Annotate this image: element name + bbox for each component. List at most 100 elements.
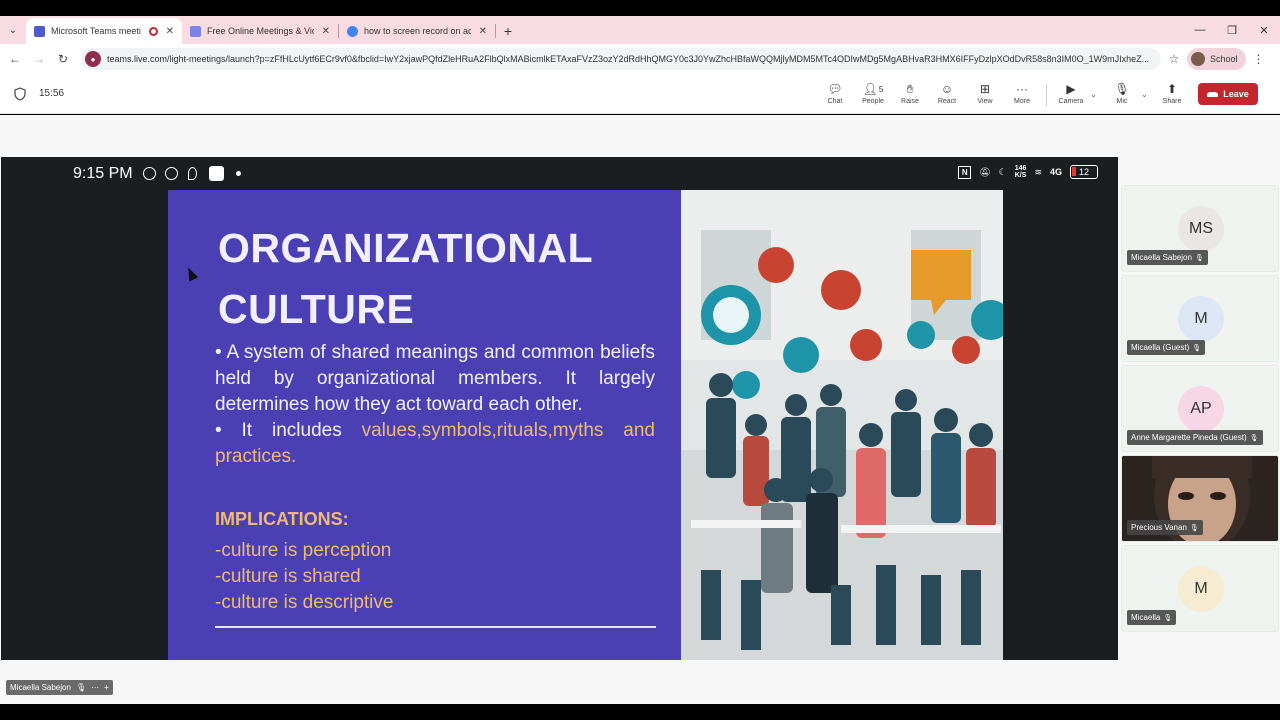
react-button[interactable]: ☺ React: [929, 80, 965, 110]
tab-teams-meeting[interactable]: Microsoft Teams meeting | ✕: [26, 18, 182, 44]
participant-tile[interactable]: AP Anne Margarette Pineda (Guest) 🎙︎: [1121, 365, 1279, 452]
avatar: MS: [1178, 206, 1224, 252]
participant-tile[interactable]: MS Micaella Sabejon 🎙︎: [1121, 185, 1279, 272]
participant-tile[interactable]: M Micaella 🎙︎: [1121, 545, 1279, 632]
url-input[interactable]: ● teams.live.com/light-meetings/launch?p…: [81, 48, 1161, 70]
back-icon[interactable]: ←: [3, 52, 27, 66]
chat-button[interactable]: 💬︎ Chat: [817, 80, 853, 110]
mic-muted-icon: 🎙︎: [75, 683, 87, 692]
grid-icon: ⊞: [979, 82, 991, 96]
address-bar-row: ← → ↻ ● teams.live.com/light-meetings/la…: [0, 44, 1280, 74]
flame-icon: [188, 167, 197, 180]
google-favicon-icon: [347, 25, 358, 37]
mic-button[interactable]: 🎙︎ Mic: [1104, 80, 1140, 110]
smiley-icon: ☺: [940, 82, 954, 96]
profile-label: School: [1210, 54, 1238, 64]
close-tab-icon[interactable]: ✕: [479, 26, 487, 37]
phone-hangup-icon: [1207, 91, 1219, 97]
tab-free-online-meetings[interactable]: Free Online Meetings & Video C ✕: [182, 18, 338, 44]
share-button[interactable]: ⬆︎ Share: [1154, 80, 1190, 110]
avatar: M: [1178, 566, 1224, 612]
browser-menu-icon[interactable]: ⋮: [1246, 52, 1272, 66]
camera-button[interactable]: ▶︎ Camera: [1053, 80, 1089, 110]
close-tab-icon[interactable]: ✕: [322, 26, 330, 37]
url-text: teams.live.com/light-meetings/launch?p=z…: [107, 54, 1150, 64]
profile-button[interactable]: School: [1187, 48, 1246, 70]
chat-label: Chat: [827, 98, 843, 105]
implication-item: -culture is descriptive: [215, 592, 394, 613]
recording-icon: [148, 26, 158, 36]
mic-muted-icon: 🎙︎: [1249, 434, 1259, 442]
slide-bullet-1: • A system of shared meanings and common…: [215, 342, 655, 415]
teams-favicon-icon: [190, 25, 201, 37]
view-label: View: [977, 98, 993, 105]
close-tab-icon[interactable]: ✕: [166, 26, 174, 37]
avatar: AP: [1178, 386, 1224, 432]
implication-item: -culture is perception: [215, 540, 392, 561]
slide-text-panel: ORGANIZATIONAL CULTURE • A system of sha…: [168, 190, 681, 660]
participant-name: Micaella Sabejon 🎙︎: [1127, 250, 1208, 265]
close-window-icon[interactable]: ✕: [1248, 16, 1280, 44]
slide-body: • A system of shared meanings and common…: [215, 340, 655, 470]
office-people-illustration: [681, 190, 1003, 660]
leave-button[interactable]: Leave: [1198, 83, 1258, 105]
people-button[interactable]: 👤︎ 5 People: [855, 80, 891, 110]
more-button[interactable]: ··· More: [1004, 80, 1040, 110]
mic-options-chevron-icon[interactable]: ⌄: [1141, 90, 1148, 99]
view-button[interactable]: ⊞ View: [967, 80, 1003, 110]
participant-name: Precious Vanan 🎙︎: [1127, 520, 1203, 535]
leave-label: Leave: [1223, 89, 1249, 99]
more-notifications-icon: [236, 171, 241, 176]
tab-title: Free Online Meetings & Video C: [207, 26, 314, 36]
network-type: 4G: [1049, 167, 1062, 177]
presenter-label: Micaella Sabejon 🎙︎ ··· +: [6, 680, 113, 695]
battery-icon: 12: [1070, 165, 1098, 179]
react-label: React: [937, 98, 957, 105]
phone-clock: 9:15 PM: [73, 165, 133, 182]
bell-muted-icon: 🔕︎: [979, 166, 991, 177]
hand-icon: ✋︎: [906, 81, 914, 96]
mic-muted-icon: 🎙︎: [1194, 254, 1204, 262]
nfc-icon: N: [958, 165, 972, 179]
people-icon: 👤︎ 5: [862, 82, 884, 96]
profile-avatar: [1191, 52, 1205, 66]
avatar: M: [1178, 296, 1224, 342]
participant-name: Anne Margarette Pineda (Guest) 🎙︎: [1127, 430, 1263, 445]
implications-list: -culture is perception -culture is share…: [215, 538, 393, 616]
forward-icon[interactable]: →: [27, 52, 51, 66]
minimize-icon[interactable]: —: [1184, 16, 1216, 44]
more-options-icon[interactable]: ···: [91, 683, 99, 692]
share-label: Share: [1162, 98, 1182, 105]
slide-title: ORGANIZATIONAL CULTURE: [218, 225, 594, 332]
camera-off-icon: ▶︎: [1066, 82, 1076, 96]
tab-google-search[interactable]: how to screen record on acer c ✕: [339, 18, 495, 44]
tab-title: Microsoft Teams meeting |: [51, 26, 141, 36]
restore-icon[interactable]: ❐: [1216, 16, 1248, 44]
implication-item: -culture is shared: [215, 566, 361, 587]
bookmark-star-icon[interactable]: ☆: [1161, 52, 1187, 66]
toolbar-divider: [1046, 84, 1047, 106]
participant-video-tile[interactable]: Precious Vanan 🎙︎: [1121, 455, 1279, 542]
tab-search-chevron-icon[interactable]: ⌄: [0, 16, 26, 44]
phone-status-right: N 🔕︎ ☾ 146 K/S ≋ 4G 12: [958, 165, 1098, 179]
app-notification-icon: [209, 166, 224, 181]
shared-screen: 9:15 PM N 🔕︎ ☾ 146 K/S ≋ 4G 12 ORGANIZATI…: [1, 157, 1118, 660]
meeting-timer: 15:56: [39, 88, 65, 99]
mic-in-use-icon[interactable]: ●: [85, 51, 101, 67]
implications-heading: IMPLICATIONS:: [215, 509, 349, 529]
mic-muted-icon: 🎙︎: [1189, 524, 1199, 532]
facebook-icon: [165, 167, 178, 180]
screen: ⌄ Microsoft Teams meeting | ✕ Free Onlin…: [0, 0, 1280, 720]
participant-tile[interactable]: M Micaella (Guest) 🎙︎: [1121, 275, 1279, 362]
slide-bullet-2: • It includes values,symbols,rituals,myt…: [215, 420, 655, 467]
camera-options-chevron-icon[interactable]: ⌄: [1090, 90, 1097, 99]
share-icon: ⬆︎: [1166, 82, 1178, 96]
raise-hand-button[interactable]: ✋︎ Raise: [892, 80, 928, 110]
reload-icon[interactable]: ↻: [51, 52, 75, 66]
network-speed: 146 K/S: [1014, 165, 1027, 179]
people-label: People: [862, 98, 884, 105]
pin-icon[interactable]: +: [104, 683, 109, 692]
moon-icon: ☾: [998, 166, 1007, 177]
raise-label: Raise: [901, 98, 919, 105]
new-tab-button[interactable]: +: [496, 18, 520, 44]
